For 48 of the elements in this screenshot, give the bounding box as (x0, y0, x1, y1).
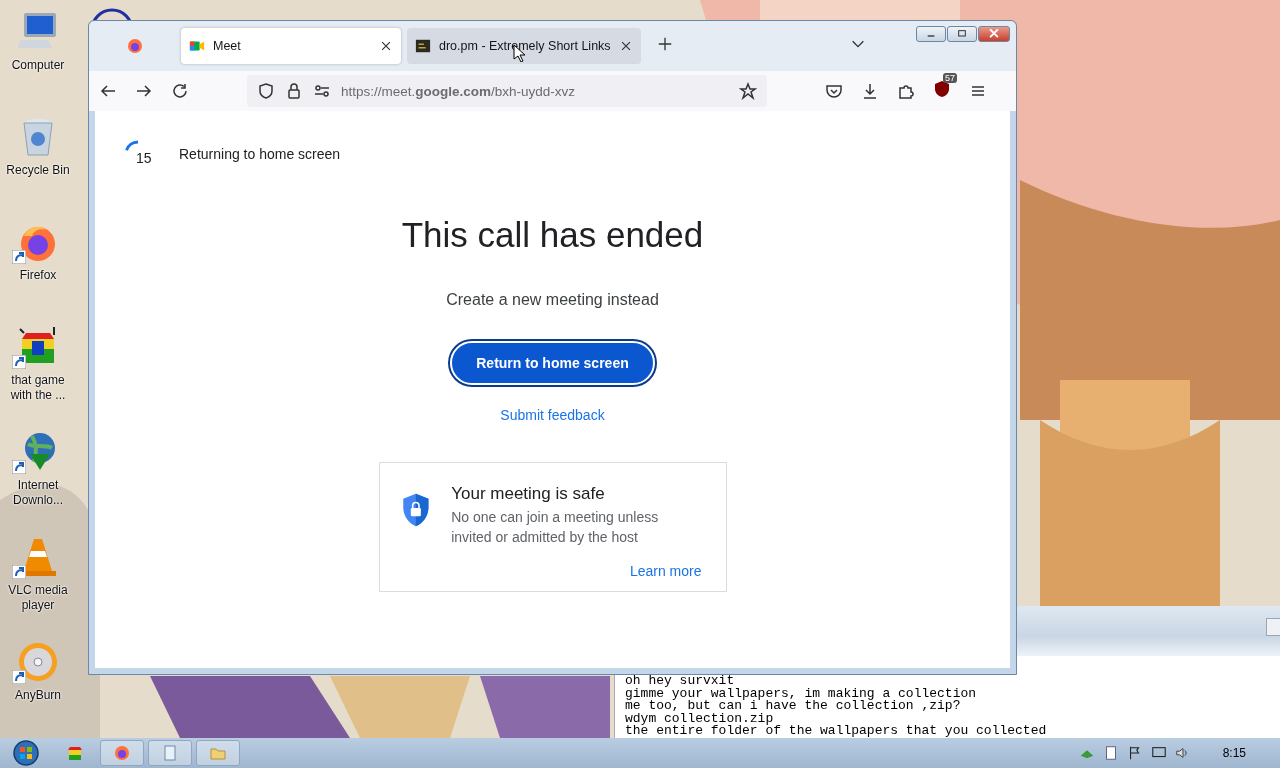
return-home-button[interactable]: Return to home screen (450, 341, 655, 385)
restore-button[interactable] (947, 26, 977, 42)
chat-line: oh hey survxit (625, 675, 736, 688)
heading: This call has ended (401, 215, 704, 255)
countdown-number: 15 (136, 150, 152, 166)
subheading: Create a new meeting instead (446, 291, 659, 309)
sliders-icon[interactable] (313, 82, 331, 100)
chat-line: wdym collection.zip (625, 712, 774, 725)
star-icon[interactable] (739, 82, 757, 100)
start-icon[interactable] (13, 740, 39, 766)
restore-icon[interactable] (955, 28, 969, 40)
site-icon (415, 38, 431, 54)
shield-icon[interactable] (257, 82, 275, 100)
card-title: Your meeting is safe (451, 484, 606, 504)
feedback-link[interactable]: Submit feedback (500, 407, 605, 423)
desktop-icon-label[interactable]: Computer (1, 58, 75, 73)
disc-icon (16, 640, 60, 684)
plus-icon[interactable] (656, 36, 673, 52)
browser-tab[interactable]: dro.pm - Extremely Short Links (407, 28, 641, 64)
desktop-icon-label[interactable]: Recycle Bin (1, 163, 75, 178)
close-icon[interactable] (379, 39, 393, 53)
minimize-button[interactable] (916, 26, 946, 42)
clock[interactable]: 8:15 (1222, 746, 1246, 760)
download-icon[interactable] (861, 82, 879, 100)
desktop-icon-label[interactable]: that game with the ... (1, 373, 75, 403)
url-text[interactable]: https://meet.google.com/bxh-uydd-xvz (341, 83, 729, 99)
shield-extension-icon[interactable] (933, 80, 951, 98)
house-icon[interactable] (65, 744, 83, 762)
address-bar[interactable]: https://meet.google.com/bxh-uydd-xvz (247, 75, 767, 107)
chat-line: gimme your wallpapers, im making a collection (625, 687, 978, 700)
reload-icon[interactable] (171, 82, 189, 100)
lock-icon[interactable] (285, 82, 303, 100)
chat-line: me too, but can i have the collection ,zip? (625, 700, 962, 713)
desktop-icon-label[interactable]: Internet Downlo... (1, 478, 75, 508)
countdown-label: Returning to home screen (179, 146, 341, 162)
desktop-icon-label[interactable]: AnyBurn (1, 688, 75, 703)
extension-badge: 57 (943, 73, 957, 83)
puzzle-icon[interactable] (897, 82, 915, 100)
desktop-icon-label[interactable]: Firefox (1, 268, 75, 283)
firefox-icon[interactable] (113, 744, 131, 762)
browser-tab[interactable]: Meet (181, 28, 401, 64)
chat-line: the entire folder of the wallpapers that you collected (625, 725, 1048, 738)
desktop-icon-label[interactable]: VLC media player (1, 583, 75, 613)
learn-more-link[interactable]: Learn more (451, 563, 702, 579)
pocket-icon[interactable] (825, 82, 843, 100)
firefox-icon[interactable] (126, 37, 144, 55)
close-button[interactable] (978, 26, 1010, 42)
card-body: No one can join a meeting unless invited or admitted by the host (451, 508, 660, 547)
